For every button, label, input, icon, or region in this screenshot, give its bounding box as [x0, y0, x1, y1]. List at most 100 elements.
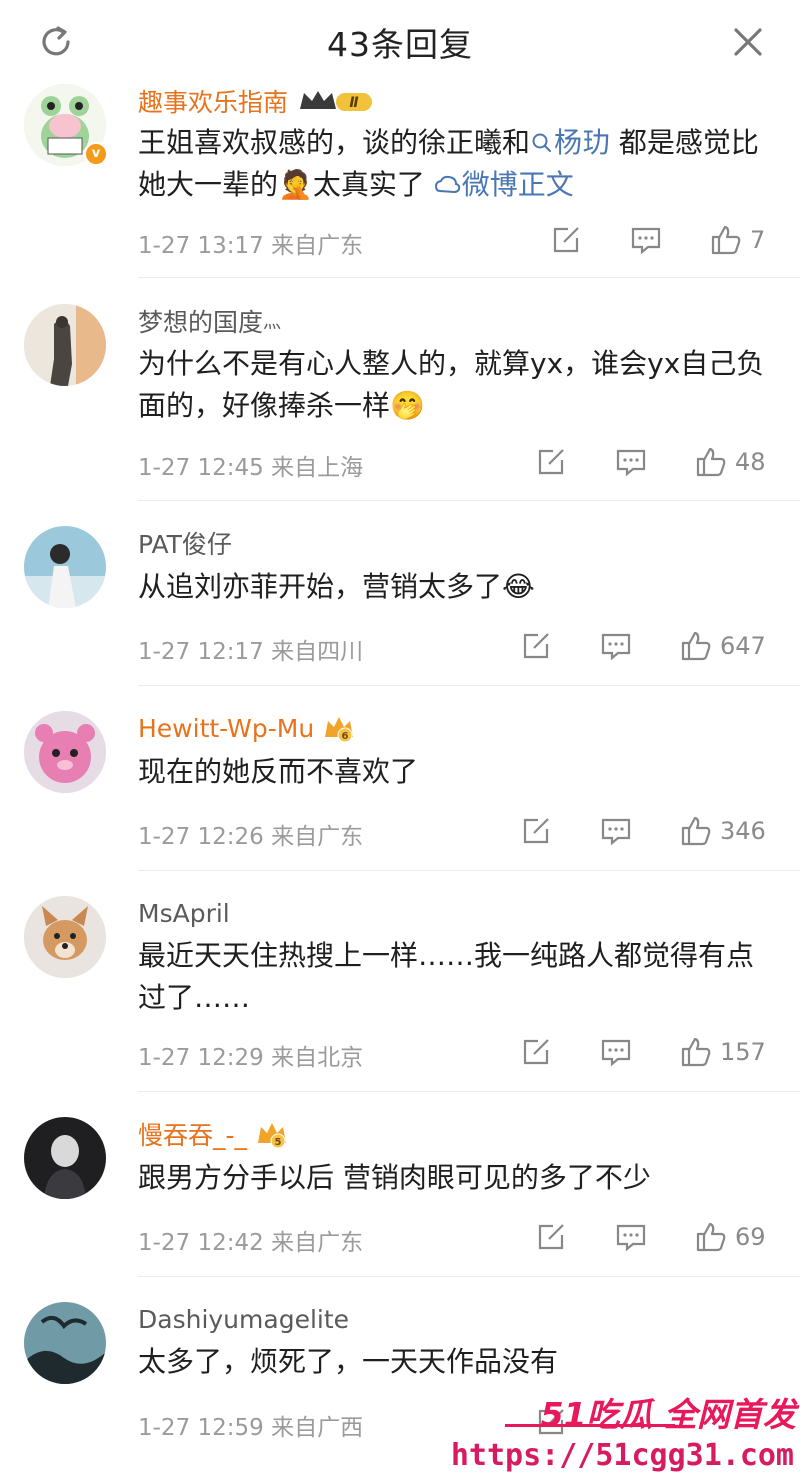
like-count: 7	[750, 226, 766, 254]
comment-text-part: 王姐喜欢叔感的，谈的徐正曦和	[138, 126, 531, 159]
avatar[interactable]	[24, 1302, 106, 1384]
header-bar: 43条回复	[0, 0, 800, 86]
comment-meta: 1-27 12:17 来自四川	[138, 632, 363, 666]
repost-icon[interactable]	[535, 446, 567, 478]
username[interactable]: Hewitt-Wp-Mu	[138, 714, 314, 743]
username[interactable]: PAT俊仔	[138, 525, 232, 561]
location: 来自北京	[271, 1045, 364, 1071]
comment-text: 跟男方分手以后 营销肉眼可见的多了不少	[138, 1157, 774, 1199]
divider	[138, 500, 800, 501]
weibo-post-link-label: 微博正文	[461, 168, 574, 201]
page-title: 43条回复	[327, 25, 473, 64]
timestamp: 1-27 13:17	[138, 233, 264, 259]
divider	[138, 685, 800, 686]
comment-text: 从追刘亦菲开始，营销太多了😂	[138, 566, 774, 608]
repost-icon[interactable]	[535, 1221, 567, 1253]
like-icon[interactable]	[710, 224, 742, 256]
dog-avatar-icon	[24, 896, 106, 978]
comment-actions: 157	[520, 1034, 766, 1070]
comment-text-part: 最近天天住热搜上一样……我一纯路人都觉得有点过了……	[138, 939, 755, 1014]
comment-icon[interactable]	[600, 815, 632, 847]
like-icon[interactable]	[680, 815, 712, 847]
site-watermark: 51吃瓜 全网首发 https://51cgg31.com	[451, 1388, 800, 1478]
username[interactable]: MsApril	[138, 899, 230, 928]
username[interactable]: 慢吞吞_-_	[138, 1116, 247, 1152]
repost-icon[interactable]	[520, 815, 552, 847]
like-count: 157	[720, 1038, 766, 1066]
username[interactable]: Dashiyumagelite	[138, 1305, 349, 1334]
like-count: 69	[735, 1223, 766, 1251]
figure-avatar-icon	[24, 304, 106, 386]
weibo-post-link[interactable]: 微博正文	[434, 168, 574, 201]
comment-meta: 1-27 12:26 来自广东	[138, 817, 363, 851]
location: 来自广西	[271, 1415, 364, 1441]
mention-link[interactable]: 杨玏	[530, 126, 610, 159]
level-badge-text: 5	[275, 1137, 282, 1148]
like-icon[interactable]	[680, 1036, 712, 1068]
username[interactable]: 梦想的国度	[138, 303, 263, 339]
comment-icon[interactable]	[615, 446, 647, 478]
avatar[interactable]	[24, 896, 106, 978]
comment-text-part: 为什么不是有心人整人的，就算yx，谁会yx自己负面的，好像捧杀一样	[138, 347, 765, 422]
comment-icon[interactable]	[615, 1221, 647, 1253]
like-icon[interactable]	[695, 1221, 727, 1253]
username[interactable]: 趣事欢乐指南	[138, 83, 288, 119]
avatar[interactable]	[24, 1117, 106, 1199]
divider	[138, 1091, 800, 1092]
avatar[interactable]	[24, 526, 106, 608]
avatar[interactable]	[24, 711, 106, 793]
comment-text-part: 跟男方分手以后 营销肉眼可见的多了不少	[138, 1161, 651, 1194]
location: 来自广东	[271, 1230, 364, 1256]
close-icon[interactable]	[728, 22, 768, 62]
timestamp: 1-27 12:29	[138, 1045, 264, 1071]
watermark-brand: 51吃瓜 全网首发	[540, 1395, 796, 1434]
location: 来自四川	[271, 639, 364, 665]
crown-level-badge-icon: 6	[322, 713, 356, 743]
comment-text: 现在的她反而不喜欢了	[138, 751, 774, 793]
divider	[138, 1276, 800, 1277]
avatar[interactable]	[24, 304, 106, 386]
comment-actions: 7	[550, 222, 765, 258]
comment-icon[interactable]	[600, 630, 632, 662]
like-count: 48	[735, 448, 766, 476]
like-icon[interactable]	[680, 630, 712, 662]
beach-portrait-avatar-icon	[24, 526, 106, 608]
repost-icon[interactable]	[550, 224, 582, 256]
like-count: 346	[720, 817, 766, 845]
like-count: 647	[720, 632, 766, 660]
comment-icon[interactable]	[600, 1036, 632, 1068]
comment-meta: 1-27 13:17 来自广东	[138, 226, 363, 260]
crown-level-badge-icon: Ⅱ	[296, 87, 376, 115]
comment-actions: 69	[535, 1219, 766, 1255]
comment-text: 王姐喜欢叔感的，谈的徐正曦和 杨玏 都是感觉比她大一辈的🤦太真实了 微博正文	[138, 122, 774, 206]
level-badge-text: Ⅱ	[349, 95, 358, 111]
timestamp: 1-27 12:26	[138, 824, 264, 850]
like-icon[interactable]	[695, 446, 727, 478]
location: 来自广东	[271, 824, 364, 850]
laugh-cry-emoji-icon: 😂	[502, 570, 535, 603]
location: 来自上海	[271, 455, 364, 481]
comment-meta: 1-27 12:59 来自广西	[138, 1408, 363, 1442]
divider	[138, 870, 800, 871]
repost-icon[interactable]	[520, 1036, 552, 1068]
comment-text-part: 太多了，烦死了，一天天作品没有	[138, 1345, 559, 1378]
timestamp: 1-27 12:45	[138, 455, 264, 481]
timestamp: 1-27 12:59	[138, 1415, 264, 1441]
comment-text-part: 现在的她反而不喜欢了	[138, 755, 419, 788]
comment-text: 太多了，烦死了，一天天作品没有	[138, 1341, 774, 1383]
comment-icon[interactable]	[630, 224, 662, 256]
timestamp: 1-27 12:17	[138, 639, 264, 665]
ink-painting-avatar-icon	[24, 1302, 106, 1384]
comment-actions: 346	[520, 813, 766, 849]
comment-meta: 1-27 12:42 来自广东	[138, 1223, 363, 1257]
repost-icon[interactable]	[520, 630, 552, 662]
comment-meta: 1-27 12:29 来自北京	[138, 1038, 363, 1072]
facepalm-emoji-icon: 🤦	[278, 168, 313, 201]
comment-meta: 1-27 12:45 来自上海	[138, 448, 363, 482]
comment-text: 最近天天住热搜上一样……我一纯路人都觉得有点过了……	[138, 935, 774, 1019]
comment-text-part: 从追刘亦菲开始，营销太多了	[138, 570, 503, 603]
search-icon	[532, 133, 552, 152]
smirk-emoji-icon: 🤭	[390, 389, 425, 422]
weibo-link-icon	[434, 175, 460, 194]
username-suffix: 灬	[263, 312, 282, 333]
